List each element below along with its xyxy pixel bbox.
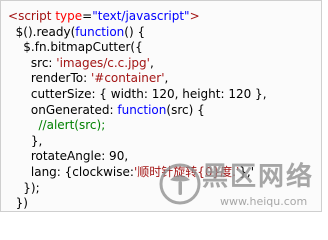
code-text: }); — [23, 180, 40, 195]
watermark-url: www.heiqu.com — [220, 195, 308, 208]
watermark: 黑区网络 www.heiqu.com — [158, 160, 322, 214]
property-key: onGenerated: — [30, 102, 118, 117]
code-line-2: $().ready(function() { — [8, 25, 323, 41]
tag-close-bracket: > — [56, 212, 66, 213]
keyword: function — [117, 102, 167, 117]
tag-name: script — [22, 212, 55, 213]
code-line-4: src: 'images/c.c.jpg', — [8, 56, 323, 72]
watermark-title: 黑区网络 — [202, 162, 315, 192]
tag-open-bracket: </ — [8, 212, 22, 213]
keyword: function — [75, 24, 125, 39]
code-comment: //alert(src); — [38, 118, 106, 133]
code-text: , — [149, 55, 154, 70]
code-text: () { — [124, 24, 146, 39]
code-text: }) — [15, 196, 28, 211]
code-line-5: renderTo: '#container', — [8, 71, 323, 87]
code-text: $.fn.bitmapCutter({ — [23, 40, 143, 55]
code-line-9: }, — [8, 134, 323, 150]
attr-equals: = — [82, 9, 93, 23]
code-line-3: $.fn.bitmapCutter({ — [8, 40, 323, 56]
code-line-7: onGenerated: function(src) { — [8, 103, 323, 119]
code-line-6: cutterSize: { width: 120, height: 120 }, — [8, 87, 323, 103]
property-key: renderTo: — [30, 71, 91, 86]
property-key: src: — [30, 55, 57, 70]
tag-close-bracket: > — [189, 9, 200, 23]
attr-name: type — [55, 9, 83, 23]
attr-value: "text/javascript" — [92, 9, 190, 23]
property-key: lang: {clockwise: — [30, 164, 134, 179]
heiqu-logo-icon — [159, 163, 201, 205]
string-literal: '#container' — [90, 71, 165, 86]
code-text: rotateAngle: 90, — [30, 149, 129, 164]
code-text: }, — [30, 133, 43, 148]
string-literal: 'images/c.c.jpg' — [56, 55, 150, 70]
code-line-1: <script type="text/javascript"> — [8, 9, 323, 25]
code-text: cutterSize: { width: 120, height: 120 }, — [30, 86, 267, 101]
tag-name: script — [18, 9, 52, 23]
code-text: (src) { — [166, 102, 205, 117]
code-text: $().ready( — [15, 24, 76, 39]
code-text: , — [164, 71, 169, 86]
tag-open-bracket: < — [8, 9, 19, 23]
code-line-8: //alert(src); — [8, 118, 323, 134]
